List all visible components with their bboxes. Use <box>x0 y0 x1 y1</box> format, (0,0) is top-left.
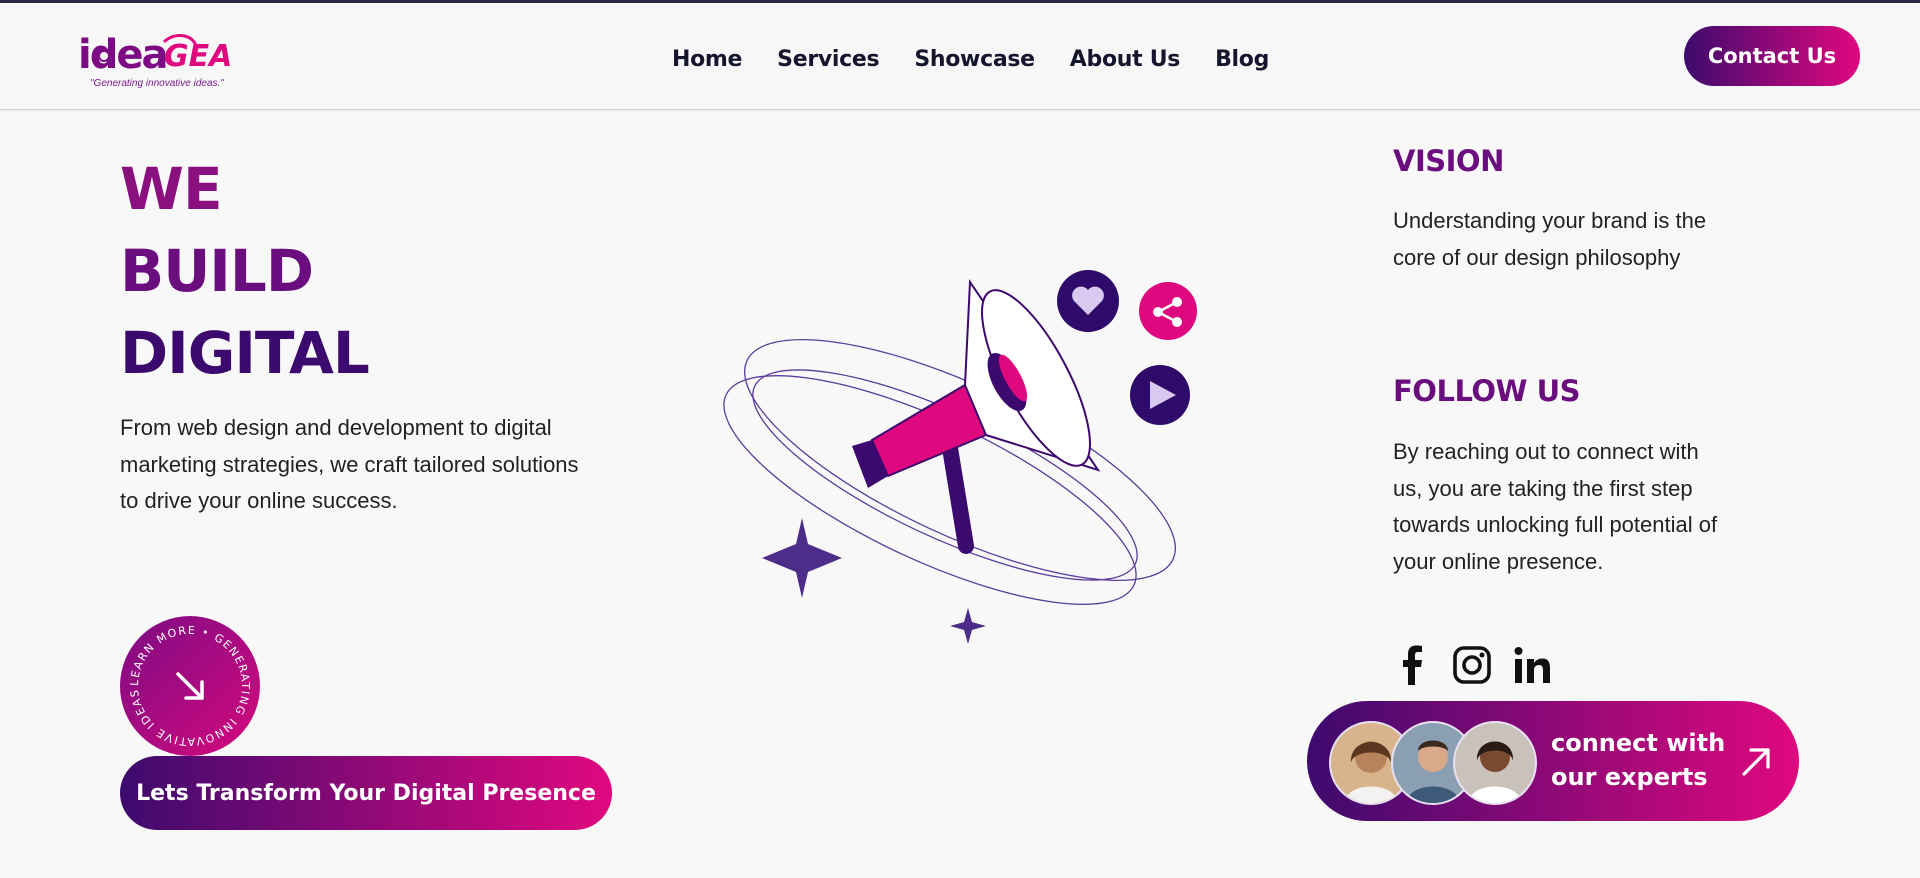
share-icon <box>1139 282 1197 340</box>
logo-tagline: "Generating innovative ideas." <box>90 78 224 89</box>
hero-title-line-1: WE <box>120 155 223 223</box>
play-icon <box>1130 365 1190 425</box>
arrow-up-right-icon <box>1742 748 1770 776</box>
nav-showcase[interactable]: Showcase <box>914 47 1035 72</box>
expert-avatar-3 <box>1453 721 1537 805</box>
nav-blog[interactable]: Blog <box>1215 47 1269 72</box>
nav-about-us[interactable]: About Us <box>1070 47 1181 72</box>
vision-heading: VISION <box>1393 144 1504 178</box>
nav-home[interactable]: Home <box>672 47 742 72</box>
hero-title-line-3: DIGITAL <box>120 319 370 387</box>
site-header: idea GEA "Generating innovative ideas." … <box>0 3 1920 110</box>
site-logo[interactable]: idea GEA "Generating innovative ideas." <box>76 30 236 94</box>
svg-text:GEA: GEA <box>164 39 232 74</box>
facebook-icon[interactable] <box>1393 643 1431 687</box>
logo-mark: idea GEA <box>78 32 232 78</box>
badge-graphic: LEARN MORE • GENERATING INNOVATIVE IDEAS… <box>116 606 251 748</box>
linkedin-icon[interactable] <box>1513 643 1551 687</box>
learn-more-badge[interactable]: LEARN MORE • GENERATING INNOVATIVE IDEAS… <box>116 606 260 756</box>
connect-experts-label: connect with our experts <box>1551 729 1726 791</box>
connect-experts-button[interactable]: connect with our experts <box>1307 701 1799 821</box>
hero-title: WE BUILD DIGITAL <box>120 148 370 394</box>
hero-description: From web design and development to digit… <box>120 415 579 513</box>
hero-title-line-2: BUILD <box>120 237 314 305</box>
megaphone-illustration <box>720 260 1200 650</box>
main-nav: Home Services Showcase About Us Blog <box>672 39 1269 79</box>
social-links <box>1393 643 1551 687</box>
instagram-icon[interactable] <box>1453 643 1491 687</box>
nav-services[interactable]: Services <box>777 47 879 72</box>
sparkle-small-icon <box>950 608 986 644</box>
follow-us-heading: FOLLOW US <box>1393 374 1581 408</box>
contact-us-button[interactable]: Contact Us <box>1684 26 1860 86</box>
vision-text: Understanding your brand is the core of … <box>1393 208 1707 270</box>
sparkle-large-icon <box>762 518 842 598</box>
follow-us-text: By reaching out to connect with us, you … <box>1393 439 1718 574</box>
transform-presence-button[interactable]: Lets Transform Your Digital Presence <box>120 756 612 830</box>
arrow-down-right-icon <box>176 672 204 700</box>
svg-text:idea: idea <box>78 32 166 78</box>
heart-icon <box>1057 270 1119 332</box>
